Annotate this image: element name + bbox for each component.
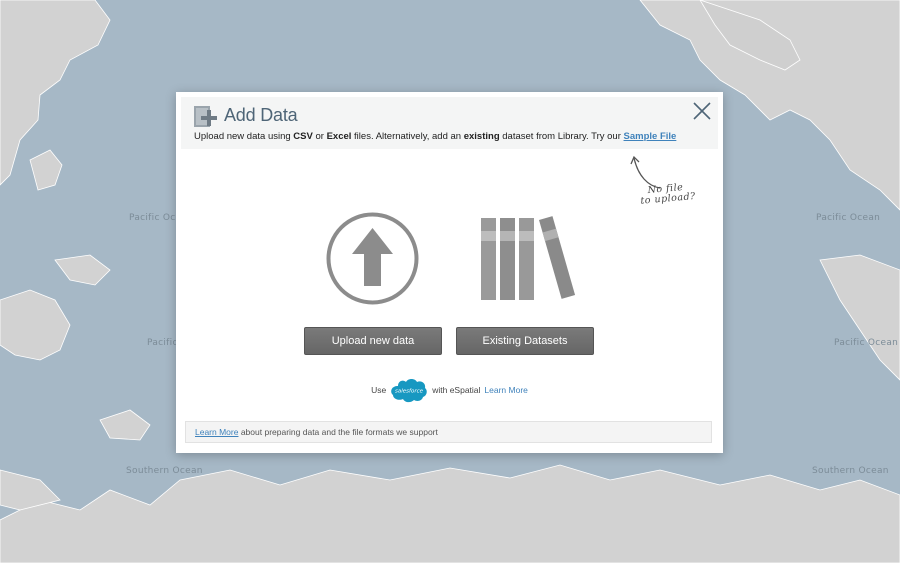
ocean-label-pacific: Pacific [147, 338, 178, 348]
close-icon[interactable] [692, 101, 712, 121]
salesforce-logo-text: salesforce [395, 389, 424, 395]
salesforce-learn-more-link[interactable]: Learn More [484, 385, 527, 395]
salesforce-logo-icon[interactable]: salesforce [390, 377, 428, 403]
sample-file-link[interactable]: Sample File [624, 131, 677, 142]
footer-text: about preparing data and the file format… [238, 427, 438, 437]
dialog-title: Add Data [224, 105, 298, 125]
no-file-hint: No file to upload? [640, 181, 697, 207]
ocean-label-pacific: Pacific Ocean [816, 213, 881, 223]
upload-arrow-icon[interactable] [325, 211, 420, 306]
ocean-label-southern: Southern Ocean [126, 466, 203, 476]
add-data-icon [194, 106, 217, 127]
ocean-label-pacific: Pacific Ocean [834, 338, 899, 348]
library-books-icon[interactable] [479, 216, 577, 302]
ocean-label-southern: Southern Ocean [812, 466, 889, 476]
dialog-footer: Learn More about preparing data and the … [185, 421, 712, 443]
salesforce-suffix: with eSpatial [432, 385, 481, 395]
salesforce-prefix: Use [371, 385, 387, 395]
add-data-dialog: Add Data Upload new data using CSV or Ex… [176, 92, 723, 453]
existing-datasets-button[interactable]: Existing Datasets [456, 327, 594, 355]
footer-learn-more-link[interactable]: Learn More [195, 427, 238, 437]
dialog-header: Add Data Upload new data using CSV or Ex… [181, 97, 718, 149]
salesforce-row: Use salesforce with eSpatial Learn More [176, 377, 723, 403]
upload-new-data-button[interactable]: Upload new data [304, 327, 442, 355]
dialog-subtitle: Upload new data using CSV or Excel files… [194, 131, 677, 142]
